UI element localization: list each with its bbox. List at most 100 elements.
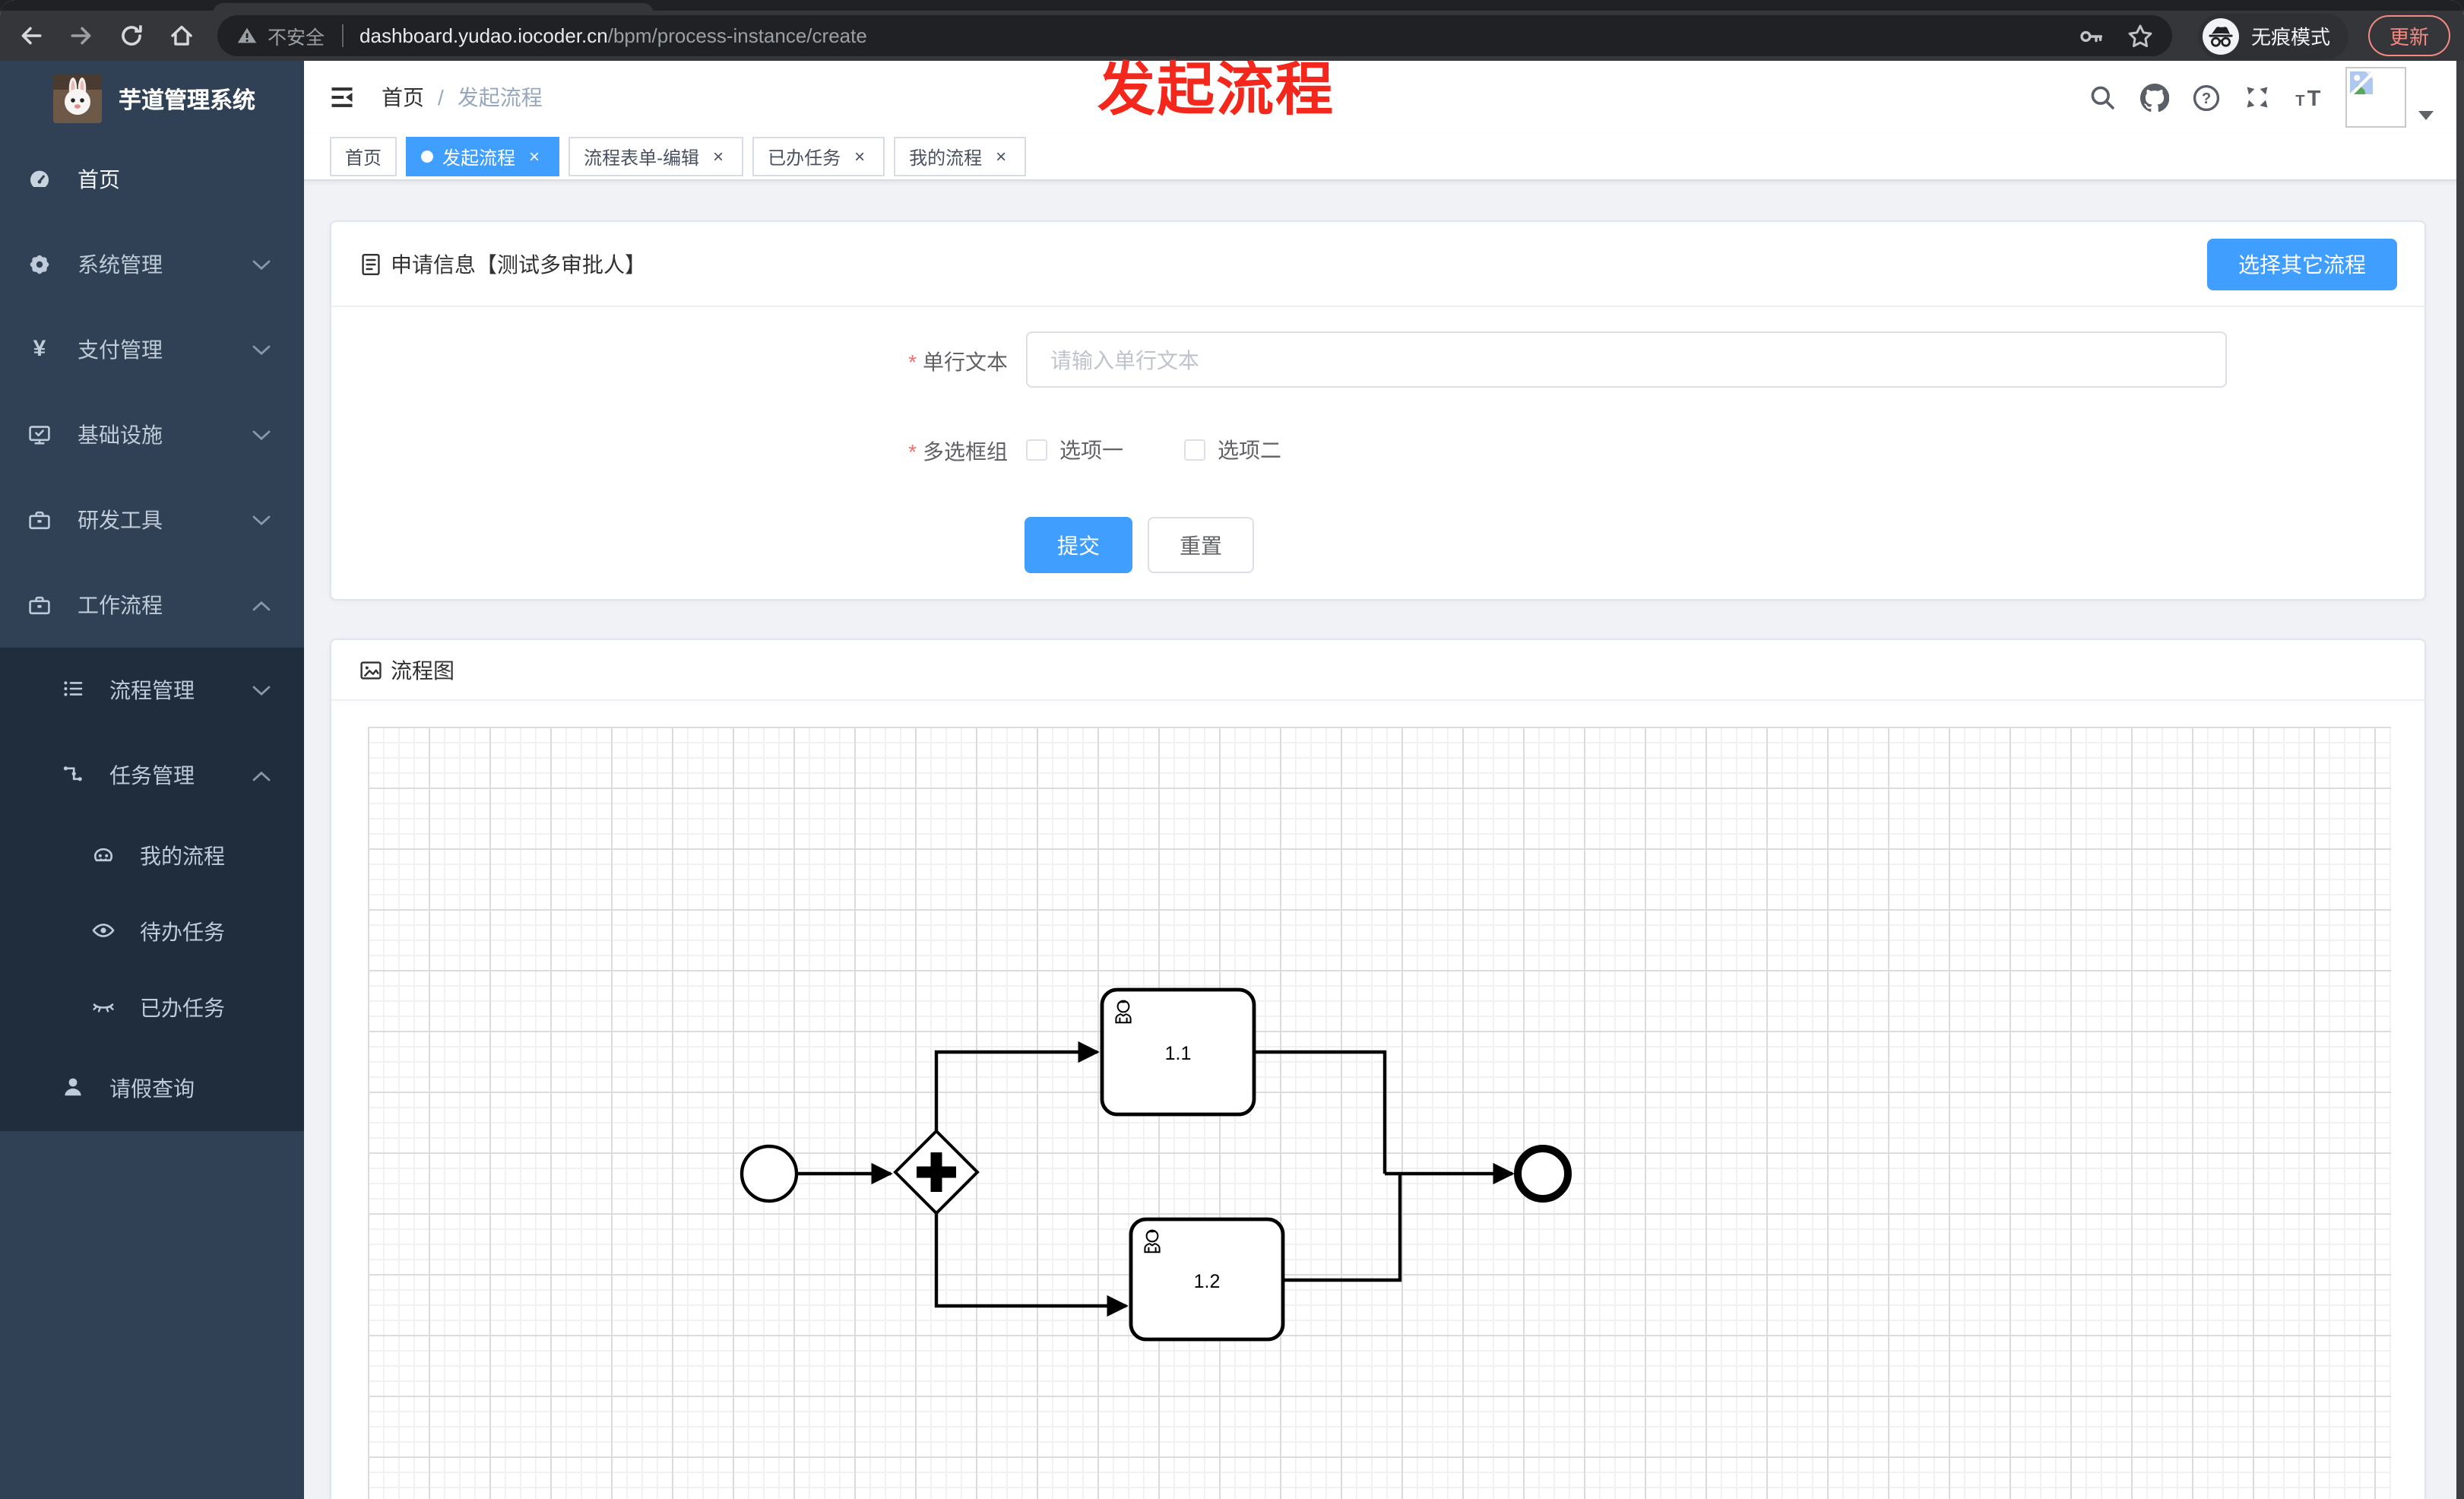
reset-button[interactable]: 重置 xyxy=(1148,517,1254,573)
flow-gateway-to-task2 xyxy=(934,1212,1129,1317)
sidebar-item-my-process[interactable]: 我的流程 xyxy=(0,818,304,894)
flow-task2-join xyxy=(1283,1174,1402,1282)
header-search-button[interactable] xyxy=(2087,82,2117,113)
single-line-text-input[interactable] xyxy=(1026,331,2227,388)
header-fullscreen-button[interactable] xyxy=(2242,82,2272,113)
browser-window: 不安全 dashboard.yudao.iocoder.cn /bpm/proc… xyxy=(0,0,2464,1499)
omnibox-divider xyxy=(341,24,344,47)
breadcrumb-separator: / xyxy=(438,85,444,109)
task-label: 1.2 xyxy=(1194,1271,1221,1292)
toolbox-icon xyxy=(27,508,52,532)
breadcrumb-home[interactable]: 首页 xyxy=(382,82,424,113)
forward-icon xyxy=(70,27,90,45)
checkbox-option-2[interactable] xyxy=(1184,439,1205,461)
tab-strip xyxy=(0,0,2464,11)
close-tab-icon[interactable]: × xyxy=(708,147,728,166)
bpmn-canvas: 1.1 1.2 xyxy=(368,727,2391,1499)
workflow-submenu: 流程管理 任务管理 我的流程 待办任务 已办任务 请假查询 xyxy=(0,648,304,1131)
tab-my-process[interactable]: 我的流程 × xyxy=(894,137,1027,176)
sidebar-item-dev-tools[interactable]: 研发工具 xyxy=(0,477,304,563)
search-icon xyxy=(2091,86,2114,109)
checkbox-label-1[interactable]: 选项一 xyxy=(1059,435,1123,465)
top-header: 首页 / 发起流程 ? TT xyxy=(304,61,2464,134)
card-title: 流程图 xyxy=(359,654,454,685)
chevron-down-icon xyxy=(252,686,271,696)
logo-rabbit-image xyxy=(53,74,102,123)
eye-closed-icon xyxy=(91,994,116,1022)
checkbox-option-1[interactable] xyxy=(1026,439,1047,461)
chevron-up-icon xyxy=(252,771,271,781)
document-icon xyxy=(359,252,383,276)
breadcrumb-current: 发起流程 xyxy=(457,85,543,109)
sidebar-item-system[interactable]: 系统管理 xyxy=(0,222,304,307)
browser-forward-button[interactable] xyxy=(61,16,100,55)
browser-back-button[interactable] xyxy=(11,16,50,55)
sidebar-fold-button[interactable] xyxy=(327,82,357,113)
sidebar-item-leave-query[interactable]: 请假查询 xyxy=(0,1046,304,1131)
sidebar-item-workflow[interactable]: 工作流程 xyxy=(0,563,304,648)
sidebar-item-process-management[interactable]: 流程管理 xyxy=(0,648,304,733)
bpmn-diagram: 1.1 1.2 xyxy=(740,987,1572,1342)
task-label: 1.1 xyxy=(1165,1043,1192,1064)
flow-task1-join xyxy=(1254,1050,1387,1174)
process-diagram-card: 流程图 1.1 1.2 xyxy=(330,639,2426,1499)
incognito-label: 无痕模式 xyxy=(2251,26,2331,49)
active-tab-dot xyxy=(421,151,434,163)
bookmark-star-button[interactable] xyxy=(2127,22,2154,49)
incognito-icon xyxy=(2203,17,2239,54)
tab-start-process[interactable]: 发起流程 × xyxy=(406,137,560,176)
tags-view-bar: 首页 发起流程 × 流程表单-编辑 × 已办任务 × 我的流程 × xyxy=(304,134,2464,181)
sidebar-item-payment[interactable]: ¥ 支付管理 xyxy=(0,307,304,392)
sidebar-item-home[interactable]: 首页 xyxy=(0,137,304,222)
monitor-icon xyxy=(27,423,52,447)
sidebar-item-infrastructure[interactable]: 基础设施 xyxy=(0,392,304,477)
browser-reload-button[interactable] xyxy=(111,16,150,55)
header-font-size-button[interactable]: TT xyxy=(2294,82,2324,113)
password-key-button[interactable] xyxy=(2078,22,2105,49)
checkbox-label-2[interactable]: 选项二 xyxy=(1218,435,1281,465)
header-github-button[interactable] xyxy=(2139,82,2169,113)
application-info-card: 申请信息【测试多审批人】 选择其它流程 *单行文本 *多选框组 选项一 选项二 … xyxy=(330,220,2426,601)
switch-process-button[interactable]: 选择其它流程 xyxy=(2207,238,2397,290)
user-icon xyxy=(61,1074,85,1103)
bpmn-end-event xyxy=(1514,1145,1572,1203)
help-icon: ? xyxy=(2192,84,2219,111)
sidebar-item-done-tasks[interactable]: 已办任务 xyxy=(0,970,304,1046)
avatar-dropdown-caret[interactable] xyxy=(2418,111,2434,120)
header-help-button[interactable]: ? xyxy=(2190,82,2221,113)
user-avatar[interactable] xyxy=(2345,67,2406,128)
close-tab-icon[interactable]: × xyxy=(524,147,544,166)
tab-done-tasks[interactable]: 已办任务 × xyxy=(752,137,885,176)
card-title: 申请信息【测试多审批人】 xyxy=(359,249,646,279)
fold-menu-icon xyxy=(331,87,353,107)
app-logo[interactable]: 芋道管理系统 xyxy=(0,61,304,137)
robot-face-icon xyxy=(91,841,116,870)
tab-form-edit[interactable]: 流程表单-编辑 × xyxy=(568,137,744,176)
field-label-checkbox-group: * 多选框组 xyxy=(908,439,1008,464)
toolbox-icon xyxy=(27,593,52,617)
url-host[interactable]: dashboard.yudao.iocoder.cn xyxy=(359,24,608,47)
url-path[interactable]: /bpm/process-instance/create xyxy=(608,24,867,47)
bpmn-user-task-2: 1.2 xyxy=(1129,1217,1285,1342)
submit-button[interactable]: 提交 xyxy=(1025,517,1132,573)
browser-update-button[interactable]: 更新 xyxy=(2368,15,2451,56)
chevron-down-icon xyxy=(252,430,271,441)
required-asterisk: * xyxy=(908,439,917,464)
sidebar-item-task-management[interactable]: 任务管理 xyxy=(0,733,304,818)
sidebar-item-todo-tasks[interactable]: 待办任务 xyxy=(0,894,304,970)
fullscreen-icon xyxy=(2247,87,2268,108)
chevron-up-icon xyxy=(252,601,271,611)
not-secure-label[interactable]: 不安全 xyxy=(268,21,325,50)
browser-home-button[interactable] xyxy=(161,16,201,55)
key-icon xyxy=(2080,30,2103,42)
close-tab-icon[interactable]: × xyxy=(850,147,869,166)
picture-icon xyxy=(359,658,383,682)
svg-text:T: T xyxy=(2307,87,2321,111)
tab-home[interactable]: 首页 xyxy=(330,137,397,176)
flow-nodes-icon xyxy=(61,761,85,790)
sidebar: 芋道管理系统 首页 系统管理 ¥ 支付管理 基础设施 研发工具 工作流程 流程管… xyxy=(0,61,304,1499)
gear-icon xyxy=(27,252,52,277)
close-tab-icon[interactable]: × xyxy=(991,147,1011,166)
bpmn-user-task-1: 1.1 xyxy=(1100,987,1256,1117)
svg-text:?: ? xyxy=(2201,90,2210,106)
